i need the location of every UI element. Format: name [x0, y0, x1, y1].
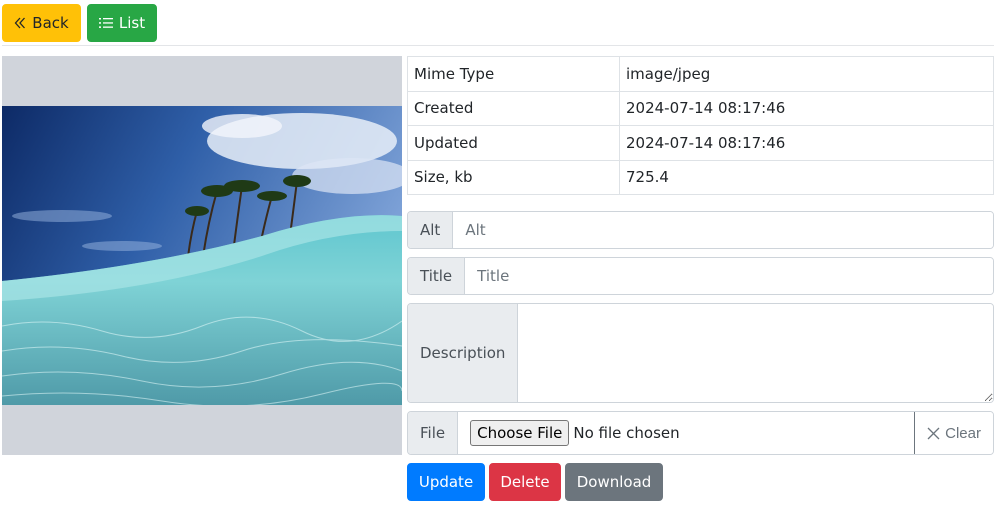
info-key: Updated	[407, 125, 620, 161]
title-input-group: Title	[407, 257, 994, 295]
table-row: Updated 2024-07-14 08:17:46	[407, 125, 994, 161]
table-row: Size, kb 725.4	[407, 159, 994, 195]
file-info-table: Mime Type image/jpeg Created 2024-07-14 …	[407, 56, 994, 195]
info-key: Mime Type	[407, 56, 620, 92]
delete-button[interactable]: Delete	[489, 463, 561, 501]
info-key: Created	[407, 90, 620, 126]
image-preview-pane	[2, 56, 402, 455]
choose-file-button[interactable]: Choose File	[470, 420, 570, 446]
info-value: 2024-07-14 08:17:46	[619, 90, 994, 126]
info-value: 2024-07-14 08:17:46	[619, 125, 994, 161]
table-row: Created 2024-07-14 08:17:46	[407, 90, 994, 126]
description-textarea[interactable]	[518, 304, 993, 402]
double-chevron-left-icon	[14, 17, 26, 29]
toolbar: Back List	[2, 4, 994, 46]
back-button[interactable]: Back	[2, 4, 81, 42]
info-key: Size, kb	[407, 159, 620, 195]
file-label: File	[408, 412, 459, 454]
file-status: No file chosen	[573, 424, 680, 442]
alt-input-group: Alt	[407, 211, 994, 249]
list-button-label: List	[118, 14, 146, 32]
table-row: Mime Type image/jpeg	[407, 56, 994, 92]
title-label: Title	[408, 258, 466, 294]
title-input[interactable]	[465, 258, 993, 294]
back-button-label: Back	[32, 14, 69, 32]
list-button[interactable]: List	[87, 4, 157, 42]
x-icon	[927, 427, 940, 440]
clear-button-label: Clear	[945, 424, 981, 442]
file-input[interactable]: Choose File No file chosen	[458, 412, 915, 454]
alt-label: Alt	[408, 212, 454, 248]
alt-input[interactable]	[453, 212, 993, 248]
description-label: Description	[408, 304, 519, 402]
update-button[interactable]: Update	[407, 463, 485, 501]
file-input-group: File Choose File No file chosen Clear	[407, 411, 994, 455]
clear-file-button[interactable]: Clear	[914, 412, 993, 454]
info-value: image/jpeg	[619, 56, 994, 92]
description-input-group: Description	[407, 303, 994, 403]
download-button[interactable]: Download	[565, 463, 663, 501]
image-preview	[2, 106, 402, 405]
list-icon	[98, 17, 113, 29]
info-value: 725.4	[619, 159, 994, 195]
